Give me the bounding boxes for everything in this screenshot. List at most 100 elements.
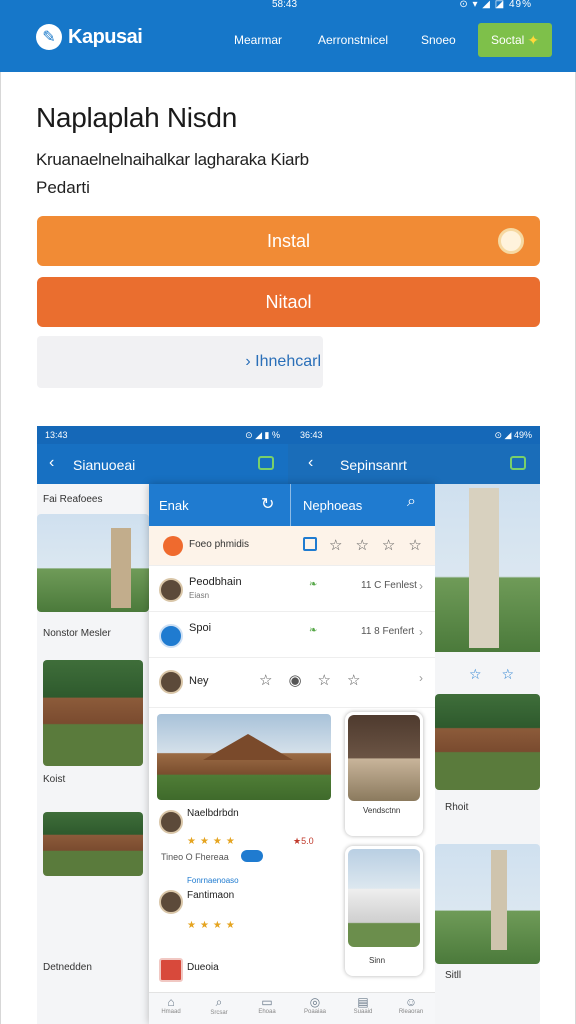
review-name: Fantimaon bbox=[187, 890, 235, 901]
tertiary-link-button[interactable]: › Ihnehcarl bbox=[37, 336, 323, 388]
secondary-action-button[interactable]: Nitaol bbox=[37, 277, 540, 327]
filter-row[interactable]: Foeo phmidis ☆☆☆☆ bbox=[149, 526, 435, 566]
refresh-icon[interactable]: ↻ bbox=[261, 494, 274, 514]
tertiary-link-label: › Ihnehcarl bbox=[245, 353, 321, 370]
toggle-icon[interactable] bbox=[241, 850, 263, 862]
mock-left-status-bar: 13:43 ⊙ ◢ ▮ % bbox=[37, 426, 288, 444]
tab-search[interactable]: ⌕ Srcsar bbox=[199, 995, 239, 1016]
center-header: Enak ↻ Nephoeas ⌕ bbox=[149, 484, 435, 526]
tab-places[interactable]: ◎ Poaaiaa bbox=[295, 995, 335, 1015]
leaf-icon: ❧ bbox=[309, 625, 318, 636]
install-button[interactable]: Instal bbox=[37, 216, 540, 266]
page-subtitle-line-2: Pedarti bbox=[36, 178, 90, 197]
pavilion-roof bbox=[203, 734, 293, 760]
checkbox-icon[interactable] bbox=[303, 537, 317, 551]
avatar bbox=[159, 810, 183, 834]
bird-icon bbox=[159, 624, 183, 648]
brand-name: Kapusai bbox=[68, 25, 143, 48]
person-photo bbox=[348, 715, 420, 801]
mock-left-status-icons: ⊙ ◢ ▮ % bbox=[245, 430, 280, 440]
search-icon[interactable]: ⌕ bbox=[407, 493, 416, 511]
side-card-label: Sinn bbox=[369, 956, 386, 965]
side-card-label: Vendsctnn bbox=[363, 806, 401, 815]
row-right-text: 11 C Fenlest bbox=[361, 580, 417, 591]
meta-line: Tineo O Fhereaa bbox=[149, 846, 339, 872]
mock-right-title: Sepinsanrt bbox=[340, 457, 407, 473]
header-divider bbox=[290, 484, 291, 526]
row-meta: Eiasn bbox=[189, 591, 210, 600]
tab-label: Ehoaa bbox=[258, 1009, 276, 1015]
tab-home[interactable]: ⌂ Hmaad bbox=[151, 995, 191, 1015]
review-line: Fonrnaenoaso bbox=[187, 876, 239, 885]
mock-left-title: Sianuoeai bbox=[73, 457, 136, 473]
tower-people-photo bbox=[435, 844, 540, 964]
mock-right-status-bar: 36:43 ⊙ ◢ 49% bbox=[288, 426, 540, 444]
nav-link-2[interactable]: Aerronstnicel bbox=[318, 33, 388, 47]
pavilion-photo bbox=[43, 812, 143, 876]
meta-line-text: Tineo O Fhereaa bbox=[161, 852, 229, 862]
chevron-right-icon: › bbox=[419, 579, 423, 593]
review-name: Naelbdrbdn bbox=[187, 808, 239, 819]
left-item-3: Koist bbox=[43, 774, 66, 785]
mock-left-app-bar: ‹ Sianuoeai bbox=[37, 444, 288, 484]
page-title: Naplaplah Nisdn bbox=[36, 102, 237, 133]
list-row[interactable]: Spoi ❧ 11 8 Fenfert › bbox=[149, 612, 435, 658]
nav-link-3[interactable]: Snoeo bbox=[421, 33, 456, 47]
row-star-icons[interactable]: ☆◉☆☆ bbox=[259, 671, 376, 689]
row-right-text: 11 8 Fenfert bbox=[361, 626, 415, 637]
mock-right-column: ☆☆ Rhoit Sitll bbox=[435, 484, 540, 1024]
avatar bbox=[159, 578, 183, 602]
search-icon bbox=[498, 228, 524, 254]
left-item-4: Detnedden bbox=[43, 962, 92, 973]
side-card[interactable]: Sinn bbox=[345, 846, 423, 976]
secondary-action-label: Nitaol bbox=[265, 291, 312, 312]
tab-profile[interactable]: ☺ Rleaoran bbox=[391, 995, 431, 1015]
review-item[interactable]: Naelbdrbdn ★★★★ ★5.0 bbox=[149, 802, 339, 847]
mock-right-app-bar: ‹ Sepinsanrt bbox=[288, 444, 540, 484]
back-arrow-icon: ‹ bbox=[308, 454, 314, 471]
right-item-2: Sitll bbox=[445, 970, 462, 981]
tab-label: Suaaid bbox=[353, 1009, 373, 1015]
mock-center-phone: Enak ↻ Nephoeas ⌕ Foeo phmidis ☆☆☆☆ Peod… bbox=[149, 484, 435, 1024]
right-item-1: Rhoit bbox=[445, 802, 469, 813]
review-item[interactable]: Dueoia bbox=[149, 952, 339, 988]
sparkle-icon: ✦ bbox=[527, 31, 540, 48]
chat-icon bbox=[510, 456, 526, 470]
left-item-1: Fai Reafoees bbox=[43, 494, 103, 505]
leaf-icon: ❧ bbox=[309, 579, 318, 590]
right-star-icons[interactable]: ☆☆ bbox=[469, 666, 534, 683]
tab-explore[interactable]: ▭ Ehoaa bbox=[247, 995, 287, 1015]
status-time: 58:43 bbox=[272, 0, 298, 10]
review-name: Dueoia bbox=[187, 962, 219, 973]
page-subtitle-line-1: Kruanaelnelnaihalkar lagharaka Kiarb bbox=[36, 150, 309, 169]
chevron-right-icon: › bbox=[419, 671, 423, 685]
star-rating-icons[interactable]: ☆☆☆☆ bbox=[329, 536, 435, 554]
list-row[interactable]: Peodbhain Eiasn ❧ 11 C Fenlest › bbox=[149, 566, 435, 612]
mock-right-status-icons: ⊙ ◢ 49% bbox=[494, 430, 532, 440]
filter-pill-icon bbox=[163, 536, 183, 556]
chat-icon bbox=[258, 456, 274, 470]
brand-logo-icon: ✎ bbox=[36, 24, 62, 50]
install-button-label: Instal bbox=[266, 230, 311, 251]
mock-left-time: 13:43 bbox=[45, 430, 68, 440]
tab-label: Rleaoran bbox=[398, 1009, 424, 1015]
side-card[interactable]: Vendsctnn bbox=[345, 712, 423, 836]
bottom-tab-bar: ⌂ Hmaad ⌕ Srcsar ▭ Ehoaa ◎ Poaaiaa ▤ Suaaid ☺… bbox=[149, 992, 435, 1024]
social-cta-button[interactable]: Soctal ✦ bbox=[478, 23, 552, 57]
review-item[interactable]: Fantimaon Fonrnaenoaso ★★★★ bbox=[149, 876, 339, 948]
brand[interactable]: ✎ Kapusai bbox=[36, 24, 143, 50]
map-pin-icon bbox=[159, 958, 183, 982]
list-row[interactable]: Ney ☆◉☆☆ › bbox=[149, 658, 435, 708]
filter-label: Foeo phmidis bbox=[189, 539, 250, 550]
nav-link-1[interactable]: Mearmar bbox=[234, 33, 282, 47]
status-bar: 58:43 ⊙ ▾ ◢ ◪ 49% bbox=[0, 0, 576, 12]
tab-label: Poaaiaa bbox=[303, 1009, 327, 1015]
center-head-right: Nephoeas bbox=[303, 498, 363, 513]
social-cta-label: Soctal bbox=[490, 33, 525, 47]
tab-label: Hmaad bbox=[161, 1009, 181, 1015]
pavilion-photo-card[interactable] bbox=[157, 714, 331, 800]
tower-photo bbox=[37, 514, 149, 612]
tab-saved[interactable]: ▤ Suaaid bbox=[343, 995, 383, 1015]
pavilion-photo bbox=[435, 694, 540, 790]
mock-right-time: 36:43 bbox=[300, 430, 323, 440]
